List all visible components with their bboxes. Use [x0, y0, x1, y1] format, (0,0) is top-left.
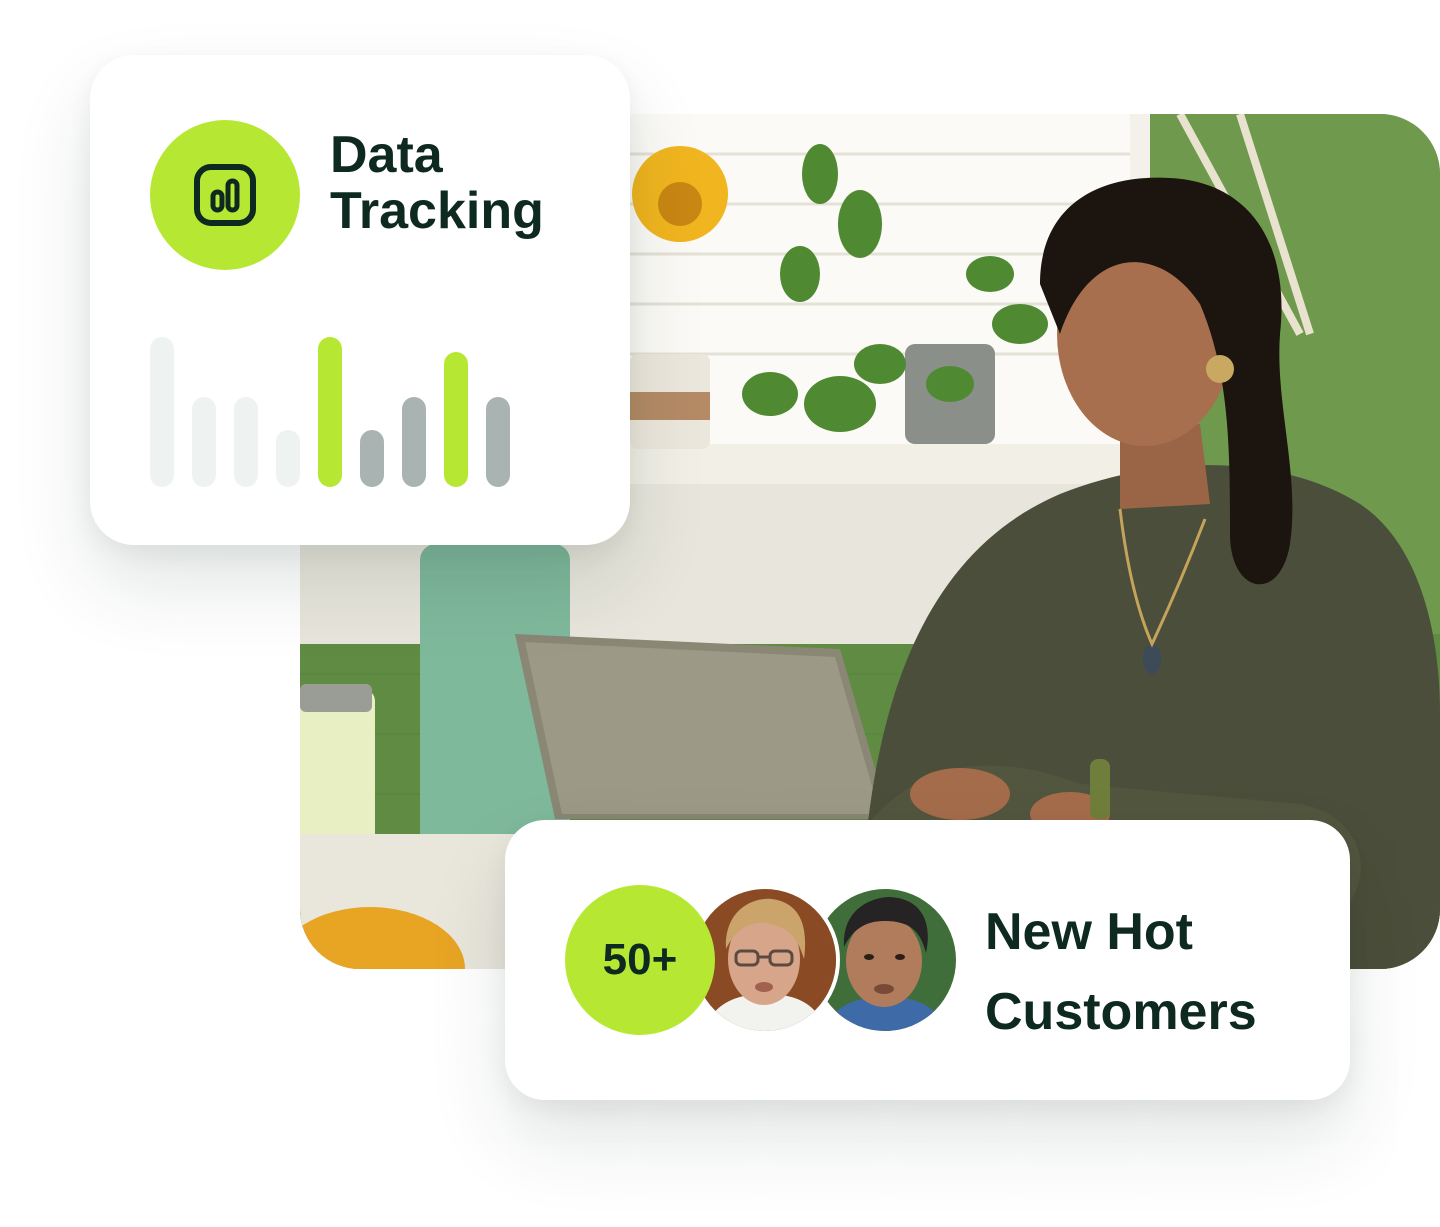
tracking-bar-chart: [150, 337, 520, 487]
tracking-bar: [234, 397, 258, 487]
tracking-bar: [150, 337, 174, 487]
avatar-woman-glasses-image: [694, 889, 836, 1031]
data-tracking-card: Data Tracking: [90, 55, 630, 545]
tracking-bar: [360, 430, 384, 487]
tracking-bar: [276, 430, 300, 487]
tracking-bar: [402, 397, 426, 487]
data-tracking-title-line1: Data: [330, 126, 443, 184]
data-tracking-title: Data Tracking: [330, 127, 620, 239]
bar-chart-icon: [194, 164, 256, 226]
tracking-bar: [192, 397, 216, 487]
tracking-bar: [486, 397, 510, 487]
data-tracking-icon-badge: [150, 120, 300, 270]
tracking-bar: [318, 337, 342, 487]
new-customers-title-line1: New Hot: [985, 903, 1193, 961]
tracking-bar: [444, 352, 468, 487]
new-customers-card: 50+ New Hot Customers: [505, 820, 1350, 1100]
customer-count-badge: 50+: [565, 885, 715, 1035]
new-customers-title: New Hot Customers: [985, 892, 1325, 1052]
data-tracking-title-line2: Tracking: [330, 182, 544, 240]
new-customers-title-line2: Customers: [985, 983, 1257, 1041]
